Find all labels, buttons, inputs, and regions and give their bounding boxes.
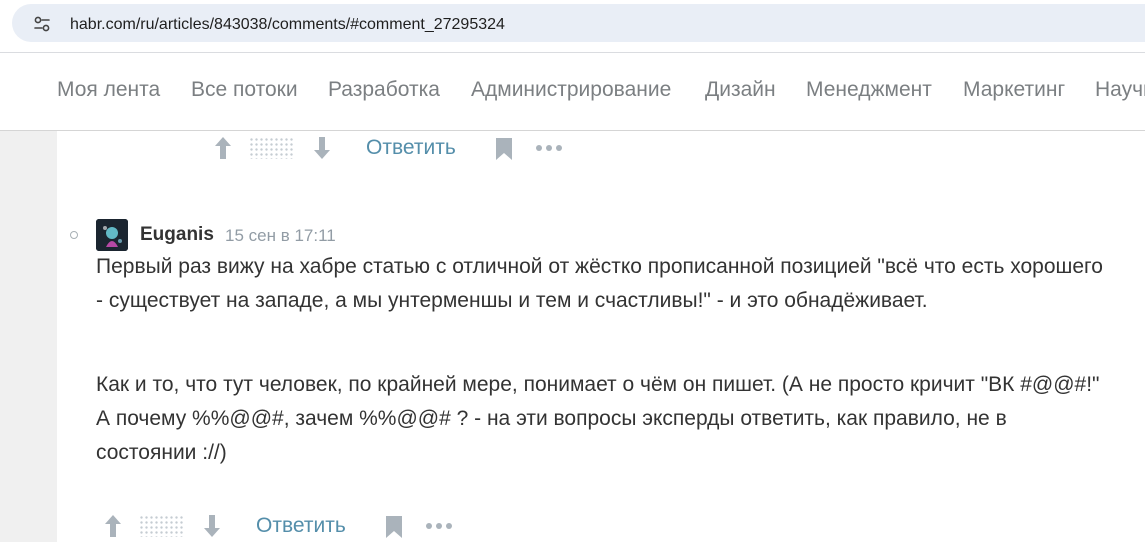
comment-paragraph: Первый раз вижу на хабре статью с отличн… bbox=[96, 255, 1103, 312]
comment-time[interactable]: 15 сен в 17:11 bbox=[225, 226, 336, 246]
site-settings-icon[interactable] bbox=[32, 14, 52, 34]
hub-navigation: Моя лента Все потоки Разработка Админист… bbox=[0, 53, 1145, 131]
bookmark-icon[interactable] bbox=[495, 137, 513, 161]
nav-item-all-streams[interactable]: Все потоки bbox=[191, 78, 298, 102]
browser-toolbar: habr.com/ru/articles/843038/comments/#co… bbox=[0, 0, 1145, 53]
arrow-up-icon[interactable] bbox=[213, 136, 233, 160]
nav-item-management[interactable]: Менеджмент bbox=[806, 78, 932, 102]
bookmark-icon[interactable] bbox=[385, 515, 403, 539]
more-dots-icon[interactable] bbox=[425, 522, 453, 530]
thread-bullet[interactable] bbox=[70, 231, 78, 239]
nav-item-my-feed[interactable]: Моя лента bbox=[57, 78, 160, 102]
nav-item-popular-science[interactable]: Научпоп bbox=[1095, 78, 1145, 102]
nav-item-design[interactable]: Дизайн bbox=[705, 78, 776, 102]
comments-column bbox=[57, 131, 1145, 542]
url-text[interactable]: habr.com/ru/articles/843038/comments/#co… bbox=[70, 16, 505, 34]
comment-paragraph: Как и то, что тут человек, по крайней ме… bbox=[96, 373, 1100, 464]
arrow-down-icon[interactable] bbox=[312, 136, 332, 160]
address-bar[interactable]: habr.com/ru/articles/843038/comments/#co… bbox=[12, 4, 1145, 42]
arrow-down-icon[interactable] bbox=[202, 514, 222, 538]
nav-item-administration[interactable]: Администрирование bbox=[471, 78, 671, 102]
more-dots-icon[interactable] bbox=[535, 144, 563, 152]
score-hidden bbox=[139, 515, 183, 537]
nav-item-development[interactable]: Разработка bbox=[328, 78, 440, 102]
reply-button[interactable]: Ответить bbox=[256, 514, 346, 538]
arrow-up-icon[interactable] bbox=[103, 514, 123, 538]
nav-item-marketing[interactable]: Маркетинг bbox=[963, 78, 1065, 102]
score-hidden bbox=[249, 137, 293, 159]
comment-author[interactable]: Euganis bbox=[140, 224, 214, 246]
avatar[interactable] bbox=[96, 219, 128, 251]
reply-button[interactable]: Ответить bbox=[366, 136, 456, 160]
